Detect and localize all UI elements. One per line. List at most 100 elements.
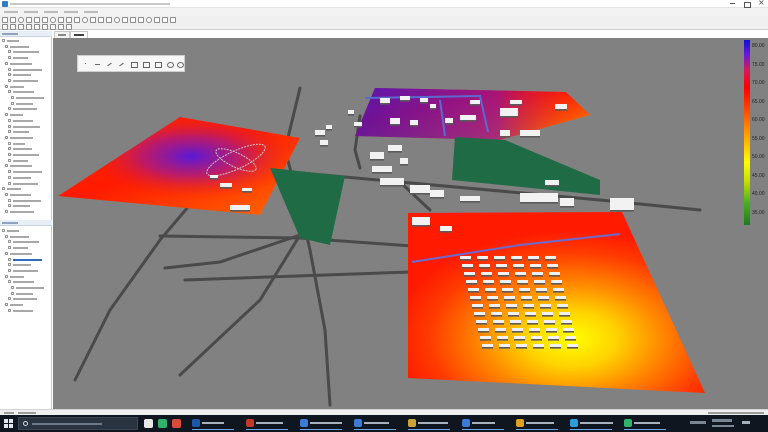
expand-icon[interactable] — [8, 56, 11, 60]
tree-item[interactable] — [5, 113, 50, 117]
rectangle-icon[interactable] — [142, 61, 150, 68]
tree-item[interactable] — [8, 124, 50, 128]
tree-item[interactable] — [8, 67, 50, 71]
expand-icon[interactable] — [8, 204, 11, 208]
expand-icon[interactable] — [8, 147, 11, 151]
toolbar-button[interactable] — [18, 24, 24, 30]
taskbar-app-browser[interactable] — [568, 417, 616, 430]
menu-item-1[interactable] — [4, 11, 18, 13]
task-view-icon[interactable] — [144, 419, 153, 428]
tree-item[interactable] — [8, 170, 50, 174]
menu-item-4[interactable] — [64, 11, 78, 13]
toolbar-button[interactable] — [42, 24, 48, 30]
tree-item[interactable] — [2, 229, 50, 232]
toolbar-button[interactable] — [42, 17, 48, 23]
tree-item[interactable] — [5, 44, 50, 48]
tree-item[interactable] — [8, 130, 50, 134]
polyline-icon[interactable] — [106, 61, 113, 67]
toolbar-button[interactable] — [26, 17, 32, 23]
tab-3d[interactable] — [70, 31, 88, 38]
tree-item[interactable] — [8, 308, 50, 312]
expand-icon[interactable] — [8, 246, 11, 250]
expand-icon[interactable] — [5, 84, 8, 88]
tree-item[interactable] — [8, 246, 50, 250]
square-icon[interactable] — [154, 61, 162, 68]
toolbar-button[interactable] — [58, 17, 64, 23]
tree-item[interactable] — [5, 84, 50, 88]
toolbar-button[interactable] — [138, 17, 144, 23]
tree-item[interactable] — [8, 297, 50, 301]
expand-icon[interactable] — [11, 291, 14, 295]
expand-icon[interactable] — [8, 170, 11, 174]
tree-item[interactable] — [8, 257, 50, 261]
tree-item[interactable] — [8, 73, 50, 77]
tree-item[interactable] — [8, 280, 50, 284]
toolbar-button[interactable] — [50, 24, 56, 30]
expand-icon[interactable] — [2, 187, 5, 191]
toolbar-button[interactable] — [82, 17, 88, 23]
taskbar-app-terminal[interactable] — [190, 417, 238, 430]
taskbar-app-app[interactable] — [244, 417, 292, 430]
expand-icon[interactable] — [8, 198, 11, 202]
expand-icon[interactable] — [5, 135, 8, 139]
taskbar-app-noise-app[interactable] — [622, 417, 670, 430]
toolbar-button[interactable] — [130, 17, 136, 23]
expand-icon[interactable] — [5, 251, 8, 255]
toolbar-button[interactable] — [154, 17, 160, 23]
curve-icon[interactable] — [118, 61, 125, 67]
tree-item[interactable] — [8, 240, 50, 244]
menu-item-2[interactable] — [24, 11, 38, 13]
toolbar-button[interactable] — [146, 17, 152, 23]
3d-viewport[interactable] — [53, 38, 768, 409]
expand-icon[interactable] — [8, 73, 11, 77]
minimize-button[interactable] — [726, 0, 740, 8]
toolbar-button[interactable] — [18, 17, 24, 23]
expand-icon[interactable] — [8, 158, 11, 162]
tree-item[interactable] — [2, 39, 50, 42]
expand-icon[interactable] — [5, 192, 8, 196]
expand-icon[interactable] — [11, 286, 14, 289]
polygon-icon[interactable] — [130, 61, 138, 68]
tree-item[interactable] — [2, 187, 50, 191]
expand-icon[interactable] — [8, 257, 11, 261]
tree-item[interactable] — [8, 158, 50, 162]
tree-item[interactable] — [5, 210, 50, 213]
tree-item[interactable] — [11, 96, 50, 99]
tree-item[interactable] — [8, 268, 50, 272]
pinned-app-icon[interactable] — [158, 419, 167, 428]
taskbar-app-folder[interactable] — [406, 417, 454, 430]
toolbar-button[interactable] — [50, 17, 56, 23]
tree-item[interactable] — [5, 164, 50, 168]
tree-item[interactable] — [8, 78, 50, 82]
close-button[interactable] — [754, 0, 768, 8]
tree-item[interactable] — [5, 61, 50, 65]
tree-item[interactable] — [5, 274, 50, 278]
toolbar-button[interactable] — [10, 24, 16, 30]
toolbar-button[interactable] — [26, 24, 32, 30]
expand-icon[interactable] — [5, 113, 8, 117]
expand-icon[interactable] — [8, 263, 11, 267]
tree-item[interactable] — [8, 56, 50, 60]
toolbar-button[interactable] — [170, 17, 176, 23]
3d-scene[interactable] — [53, 38, 768, 409]
tree-item[interactable] — [8, 141, 50, 145]
tree-item[interactable] — [8, 198, 50, 202]
toolbar-button[interactable] — [2, 24, 8, 30]
toolbar-button[interactable] — [10, 17, 16, 23]
expand-icon[interactable] — [8, 280, 11, 284]
select-icon[interactable] — [82, 61, 89, 67]
circle-icon[interactable] — [166, 61, 174, 68]
expand-icon[interactable] — [8, 268, 11, 272]
clock-date[interactable] — [712, 425, 734, 427]
expand-icon[interactable] — [8, 297, 11, 301]
tree-item[interactable] — [11, 101, 50, 105]
toolbar-button[interactable] — [34, 17, 40, 23]
expand-icon[interactable] — [8, 78, 11, 82]
toolbar-button[interactable] — [90, 17, 96, 23]
expand-icon[interactable] — [11, 101, 14, 105]
expand-icon[interactable] — [5, 303, 8, 307]
expand-icon[interactable] — [8, 118, 11, 122]
windows-start-icon[interactable] — [4, 419, 13, 428]
expand-icon[interactable] — [8, 141, 11, 145]
expand-icon[interactable] — [5, 61, 8, 65]
